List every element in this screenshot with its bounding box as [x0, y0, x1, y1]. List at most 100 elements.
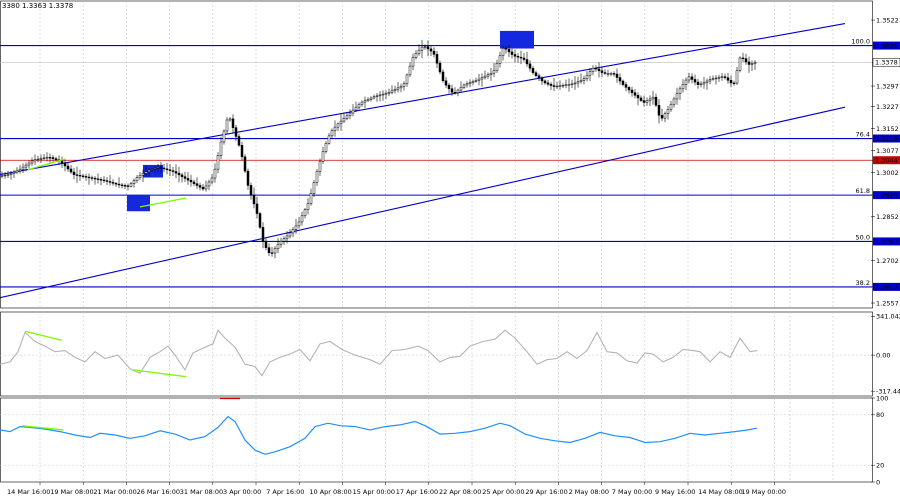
- candle-body: [597, 68, 601, 72]
- candle-body: [732, 82, 736, 85]
- candle-body: [75, 174, 79, 176]
- candle-body: [345, 115, 349, 119]
- candle-body: [480, 77, 484, 80]
- candle-body: [105, 180, 109, 182]
- candle-body: [621, 80, 625, 85]
- candle-body: [399, 86, 403, 89]
- candle-body: [183, 176, 187, 179]
- x-axis-label: 19 Mar 08:00: [50, 488, 93, 496]
- candle-body: [636, 95, 640, 99]
- candle-body: [699, 83, 703, 85]
- candle-body: [534, 72, 538, 76]
- candle-body: [264, 240, 268, 248]
- candle-body: [687, 76, 691, 81]
- candle-body: [489, 72, 493, 75]
- candle-body: [180, 174, 184, 177]
- candle-body: [123, 185, 127, 187]
- candle-body: [471, 81, 475, 83]
- candle-body: [156, 167, 160, 169]
- x-axis-label: 7 Apr 16:00: [266, 488, 304, 496]
- candle-body: [141, 173, 145, 176]
- candle-body: [213, 168, 217, 179]
- candle-body: [378, 94, 382, 97]
- candle-body: [501, 48, 505, 57]
- candle-body: [423, 46, 427, 48]
- candle-body: [366, 99, 370, 101]
- candle-body: [30, 160, 34, 164]
- candle-body: [81, 175, 85, 177]
- candle-body: [579, 80, 583, 82]
- x-axis-label: 10 Apr 08:00: [309, 488, 351, 496]
- cci-panel-frame: [0, 311, 873, 397]
- candle-body: [552, 85, 556, 87]
- candle-body: [666, 109, 670, 115]
- candle-body: [162, 167, 166, 170]
- candle-body: [627, 87, 631, 91]
- x-axis-label: 25 Apr 00:00: [482, 488, 524, 496]
- candle-body: [42, 157, 46, 159]
- rsi-series-line: [0, 415, 758, 455]
- candle-body: [693, 79, 697, 83]
- candle-body: [678, 88, 682, 94]
- candle-body: [609, 73, 613, 75]
- candle-body: [510, 51, 514, 55]
- candle-body: [273, 248, 277, 254]
- candle-body: [6, 174, 10, 176]
- candle-body: [531, 68, 535, 73]
- fib-level-label: 76.4: [856, 131, 870, 139]
- candle-body: [207, 181, 211, 187]
- candle-body: [690, 76, 694, 80]
- candle-body: [633, 92, 637, 96]
- price-tick-label: 1.3522: [876, 16, 899, 24]
- candle-body: [612, 73, 616, 75]
- candle-body: [495, 62, 499, 71]
- rsi-tick-label: 0: [876, 478, 880, 486]
- candle-body: [120, 184, 124, 186]
- candle-body: [132, 180, 136, 185]
- candle-body: [576, 81, 580, 84]
- candle-body: [600, 70, 604, 73]
- x-axis-label: 7 May 00:00: [612, 488, 652, 496]
- candle-body: [645, 100, 649, 103]
- candle-body: [135, 177, 139, 181]
- level-price-label: 1.3118: [875, 135, 898, 143]
- candle-body: [741, 57, 745, 59]
- x-axis-label: 26 Mar 16:00: [137, 488, 180, 496]
- candle-body: [99, 179, 103, 181]
- candle-body: [69, 168, 73, 173]
- candle-body: [702, 82, 706, 85]
- candle-body: [168, 169, 172, 171]
- rsi-tick-label: 80: [876, 411, 884, 419]
- candle-body: [573, 82, 577, 85]
- candle-body: [243, 156, 247, 172]
- candle-body: [309, 193, 313, 204]
- candle-body: [546, 82, 550, 85]
- candle-body: [318, 161, 322, 172]
- candle-body: [39, 158, 43, 160]
- fib-level-label: 61.8: [856, 187, 870, 195]
- candle-body: [456, 89, 460, 93]
- fib-level-label: 38.2: [856, 279, 870, 287]
- candle-body: [222, 130, 226, 143]
- candle-body: [18, 168, 22, 172]
- x-axis-label: 22 Apr 08:00: [439, 488, 481, 496]
- candle-body: [474, 80, 478, 82]
- cci-divergence-line: [132, 369, 187, 378]
- candle-body: [114, 182, 118, 185]
- level-price-label: 1.2925: [875, 192, 898, 200]
- candle-body: [90, 177, 94, 179]
- candle-body: [306, 203, 310, 210]
- candle-body: [504, 48, 508, 50]
- candle-body: [204, 185, 208, 190]
- candle-body: [642, 100, 646, 103]
- candle-body: [438, 62, 442, 73]
- candle-body: [240, 145, 244, 158]
- candle-body: [291, 229, 295, 234]
- candle-body: [369, 97, 373, 100]
- candle-body: [342, 118, 346, 122]
- candle-body: [630, 89, 634, 93]
- candle-body: [435, 54, 439, 64]
- x-axis-label: 15 Apr 00:00: [353, 488, 395, 496]
- candle-body: [33, 159, 37, 162]
- candle-body: [93, 177, 97, 180]
